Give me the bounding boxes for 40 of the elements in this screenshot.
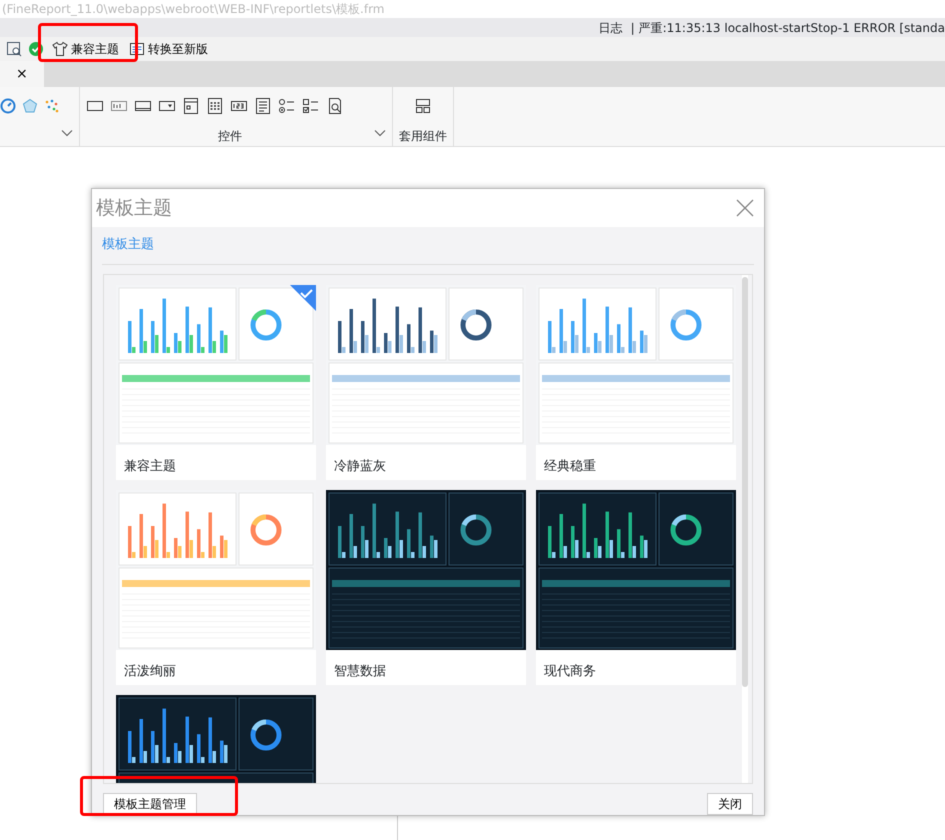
close-tab-button[interactable]: × (0, 61, 44, 87)
separator-text: | (630, 20, 635, 36)
theme-name: 兼容主题 (123, 458, 177, 476)
group-label: 控件 (218, 128, 242, 145)
theme-name: 现代商务 (543, 663, 597, 682)
theme-card[interactable]: 经典稳重 (536, 285, 736, 480)
theme-name: 经典稳重 (543, 458, 597, 476)
window-title: (FineReport_11.0\webapps\webroot\WEB-INF\reportlets\模板.frm (1, 1, 386, 18)
preview-icon[interactable] (6, 41, 22, 57)
manage-themes-button[interactable]: 模板主题管理 (103, 793, 197, 815)
theme-card[interactable]: 冷静蓝灰 (326, 285, 526, 480)
radio-list-icon[interactable] (278, 97, 296, 115)
checkbox-list-icon[interactable] (302, 97, 320, 115)
log-message: 严重:11:35:13 localhost-startStop-1 ERROR [standa (638, 20, 945, 36)
theme-card[interactable]: 现代商务 (536, 490, 736, 686)
close-icon[interactable] (736, 198, 754, 217)
toolbar-button[interactable]: 转换至新版 (127, 40, 210, 58)
close-button[interactable]: 关闭 (707, 793, 753, 815)
scrollbar-thumb[interactable] (742, 277, 748, 688)
gauge-icon[interactable] (0, 98, 16, 114)
theme-name: 智慧数据 (333, 663, 387, 682)
layout-icon[interactable] (414, 97, 432, 115)
theme-name: 活泼绚丽 (123, 663, 177, 682)
check-circle-icon[interactable] (28, 41, 44, 57)
chevron-down-icon[interactable] (374, 129, 386, 137)
scatter-icon[interactable] (44, 98, 60, 114)
text-area-icon[interactable] (254, 97, 272, 115)
date-panel-icon[interactable] (182, 97, 200, 115)
preview-icon[interactable] (326, 97, 344, 115)
chevron-down-icon[interactable] (61, 129, 73, 137)
calendar-icon[interactable] (206, 97, 224, 115)
shirt-icon (52, 41, 68, 57)
toolbar-button[interactable]: 兼容主题 (50, 40, 121, 58)
log-label[interactable]: 日志 (598, 18, 623, 36)
theme-name: 冷静蓝灰 (333, 458, 387, 476)
group-label: 套用组件 (399, 128, 447, 145)
dialog-title: 模板主题 (96, 196, 172, 221)
theme-card[interactable]: 智慧数据 (326, 490, 526, 686)
theme-card[interactable]: 兼容主题 (116, 285, 316, 480)
theme-card[interactable]: 活泼绚丽 (116, 490, 316, 686)
